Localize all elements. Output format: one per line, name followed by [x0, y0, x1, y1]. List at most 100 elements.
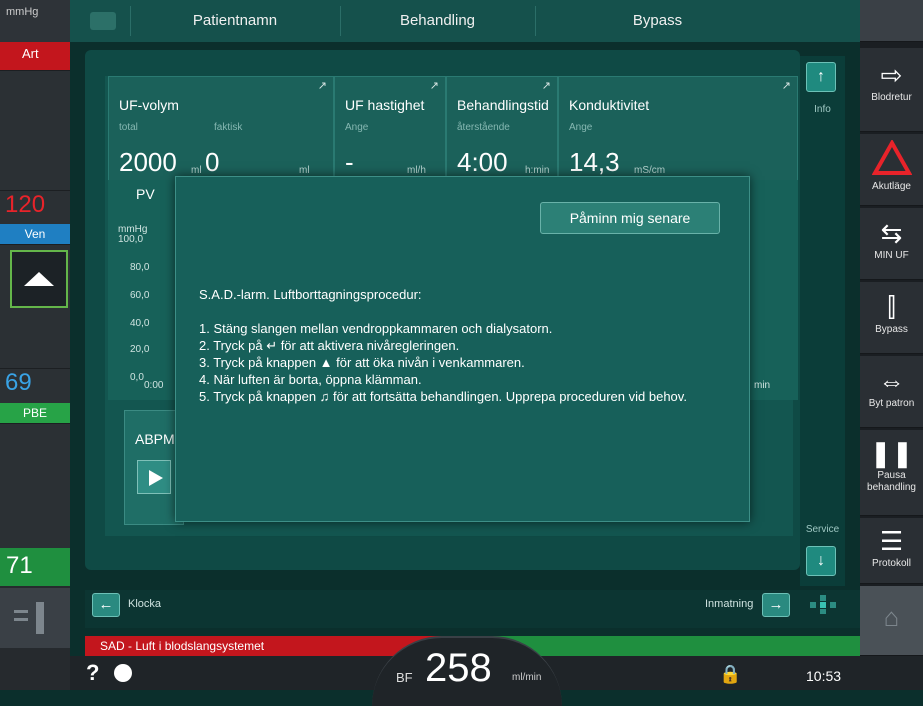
- expand-icon: ↗: [317, 80, 327, 92]
- pause-icon: ❚❚: [869, 438, 914, 468]
- param-sub: faktisk: [214, 122, 243, 133]
- param-unit: ml: [191, 165, 202, 176]
- abpm-label: ABPM: [135, 431, 175, 447]
- chart-title: PV: [136, 186, 155, 202]
- y-tick: 80,0: [130, 262, 150, 273]
- ven-pressure-block[interactable]: 120: [0, 190, 70, 224]
- param-unit: ml/h: [407, 165, 426, 176]
- pressure-unit: mmHg: [0, 0, 70, 42]
- emergency-label: Akutläge: [872, 181, 911, 192]
- instruction-step: 1. Stäng slangen mellan vendroppkammaren…: [199, 321, 553, 336]
- param-value: -: [345, 147, 354, 177]
- blood-return-icon: ⇨: [880, 60, 903, 90]
- page-indicator: [806, 594, 842, 614]
- expand-icon: ↗: [541, 80, 551, 92]
- card-icon[interactable]: [90, 12, 116, 30]
- scroll-down-button[interactable]: ↓: [806, 546, 836, 576]
- heparin-button[interactable]: [0, 588, 70, 648]
- top-right-indicator: [860, 0, 923, 42]
- tmp-block: [0, 423, 70, 548]
- play-icon: [149, 470, 163, 486]
- emergency-button[interactable]: Akutläge: [860, 134, 923, 206]
- param-unit: h:min: [525, 165, 550, 176]
- clock-icon[interactable]: [114, 664, 132, 682]
- pbe-label: PBE: [0, 403, 70, 423]
- blood-return-label: Blodretur: [871, 92, 912, 103]
- nav-back-button[interactable]: ←: [92, 593, 120, 617]
- param-value: 14,3: [569, 147, 620, 177]
- bf-unit: ml/min: [512, 672, 542, 683]
- warning-triangle-icon: [871, 138, 912, 175]
- art-label: Art: [0, 42, 70, 70]
- param-title: UF hastighet: [345, 97, 425, 113]
- param-value: 0: [205, 147, 220, 177]
- param-value: 2000: [119, 147, 177, 177]
- remind-later-button[interactable]: Påminn mig senare: [540, 202, 720, 234]
- ven-label: Ven: [0, 224, 70, 244]
- param-conductivity[interactable]: ↗ Konduktivitet Ange 14,3 mS/cm: [558, 76, 798, 188]
- y-tick: 60,0: [130, 290, 150, 301]
- instruction-step: 3. Tryck på knappen ▲ för att öka nivån …: [199, 355, 525, 370]
- y-tick: 100,0: [118, 234, 144, 245]
- bypass-button[interactable]: ⫿ Bypass: [860, 282, 923, 354]
- bypass-label: Bypass: [875, 324, 908, 335]
- help-button[interactable]: ?: [86, 660, 99, 686]
- param-sub: Ange: [569, 122, 593, 133]
- param-title: UF-volym: [119, 97, 179, 113]
- change-cartridge-label: Byt patron: [868, 398, 915, 409]
- bypass-icon: ⫿: [887, 292, 896, 322]
- protocol-button[interactable]: ☰ Protokoll: [860, 518, 923, 584]
- ven-value: 120: [5, 191, 46, 218]
- home-icon: ⌂: [883, 602, 900, 632]
- instruction-step: 4. När luften är borta, öppna klämman.: [199, 372, 422, 387]
- tab-bypass[interactable]: Bypass: [535, 0, 780, 42]
- home-button[interactable]: ⌂: [860, 586, 923, 656]
- info-scroll-column: [800, 56, 845, 586]
- cartridge-icon: ⇔: [878, 366, 905, 396]
- list-icon: ☰: [879, 526, 904, 556]
- expand-icon: ↗: [781, 80, 791, 92]
- lock-icon[interactable]: 🔒: [719, 664, 741, 685]
- expand-icon: ↗: [429, 80, 439, 92]
- param-sub: total: [119, 122, 138, 133]
- param-sub: återstående: [457, 122, 510, 133]
- alarm-instructions: S.A.D.-larm. Luftborttagningsprocedur: 1…: [199, 286, 739, 405]
- pause-treatment-label: Pausa behandling: [867, 470, 916, 493]
- pbe-block[interactable]: 69: [0, 368, 70, 403]
- tmp-value[interactable]: 71: [0, 548, 70, 586]
- instruction-step: 5. Tryck på knappen ♫ för att fortsätta …: [199, 389, 687, 404]
- bf-value: 258: [425, 646, 492, 690]
- param-uf-volume[interactable]: ↗ UF-volym total faktisk 2000 ml 0 ml: [108, 76, 334, 188]
- y-tick: 0,0: [130, 372, 144, 383]
- raise-level-button[interactable]: [10, 250, 68, 308]
- pause-treatment-button[interactable]: ❚❚ Pausa behandling: [860, 430, 923, 516]
- blood-return-button[interactable]: ⇨ Blodretur: [860, 48, 923, 132]
- alarm-message[interactable]: SAD - Luft i blodslangsystemet: [100, 636, 264, 656]
- instructions-heading: S.A.D.-larm. Luftborttagningsprocedur:: [199, 287, 422, 302]
- bf-label: BF: [396, 670, 413, 685]
- param-treatment-time[interactable]: ↗ Behandlingstid återstående 4:00 h:min: [446, 76, 558, 188]
- param-title: Konduktivitet: [569, 97, 650, 113]
- tab-patient[interactable]: Patientnamn: [130, 0, 340, 42]
- min-uf-button[interactable]: ⇆ MIN UF: [860, 208, 923, 280]
- input-nav-label[interactable]: Inmatning: [705, 598, 753, 610]
- pbe-value: 69: [5, 369, 32, 396]
- tab-treatment[interactable]: Behandling: [340, 0, 535, 42]
- x-unit: min: [754, 380, 771, 391]
- clock-nav-label[interactable]: Klocka: [128, 598, 161, 610]
- y-tick: 20,0: [130, 344, 150, 355]
- param-uf-rate[interactable]: ↗ UF hastighet Ange - ml/h: [334, 76, 446, 188]
- instruction-step: 2. Tryck på ↵ för att aktivera nivåregle…: [199, 338, 460, 353]
- abpm-start-button[interactable]: [137, 460, 171, 494]
- param-unit: ml: [299, 165, 310, 176]
- min-uf-icon: ⇆: [880, 218, 903, 248]
- change-cartridge-button[interactable]: ⇔ Byt patron: [860, 356, 923, 428]
- syringe-icon: [14, 602, 44, 634]
- nav-forward-button[interactable]: →: [762, 593, 790, 617]
- min-uf-label: MIN UF: [874, 250, 909, 261]
- protocol-label: Protokoll: [872, 558, 911, 569]
- scroll-up-button[interactable]: ↑: [806, 62, 836, 92]
- param-title: Behandlingstid: [457, 97, 549, 113]
- clock-time: 10:53: [806, 668, 842, 684]
- art-pressure-block[interactable]: [0, 70, 70, 190]
